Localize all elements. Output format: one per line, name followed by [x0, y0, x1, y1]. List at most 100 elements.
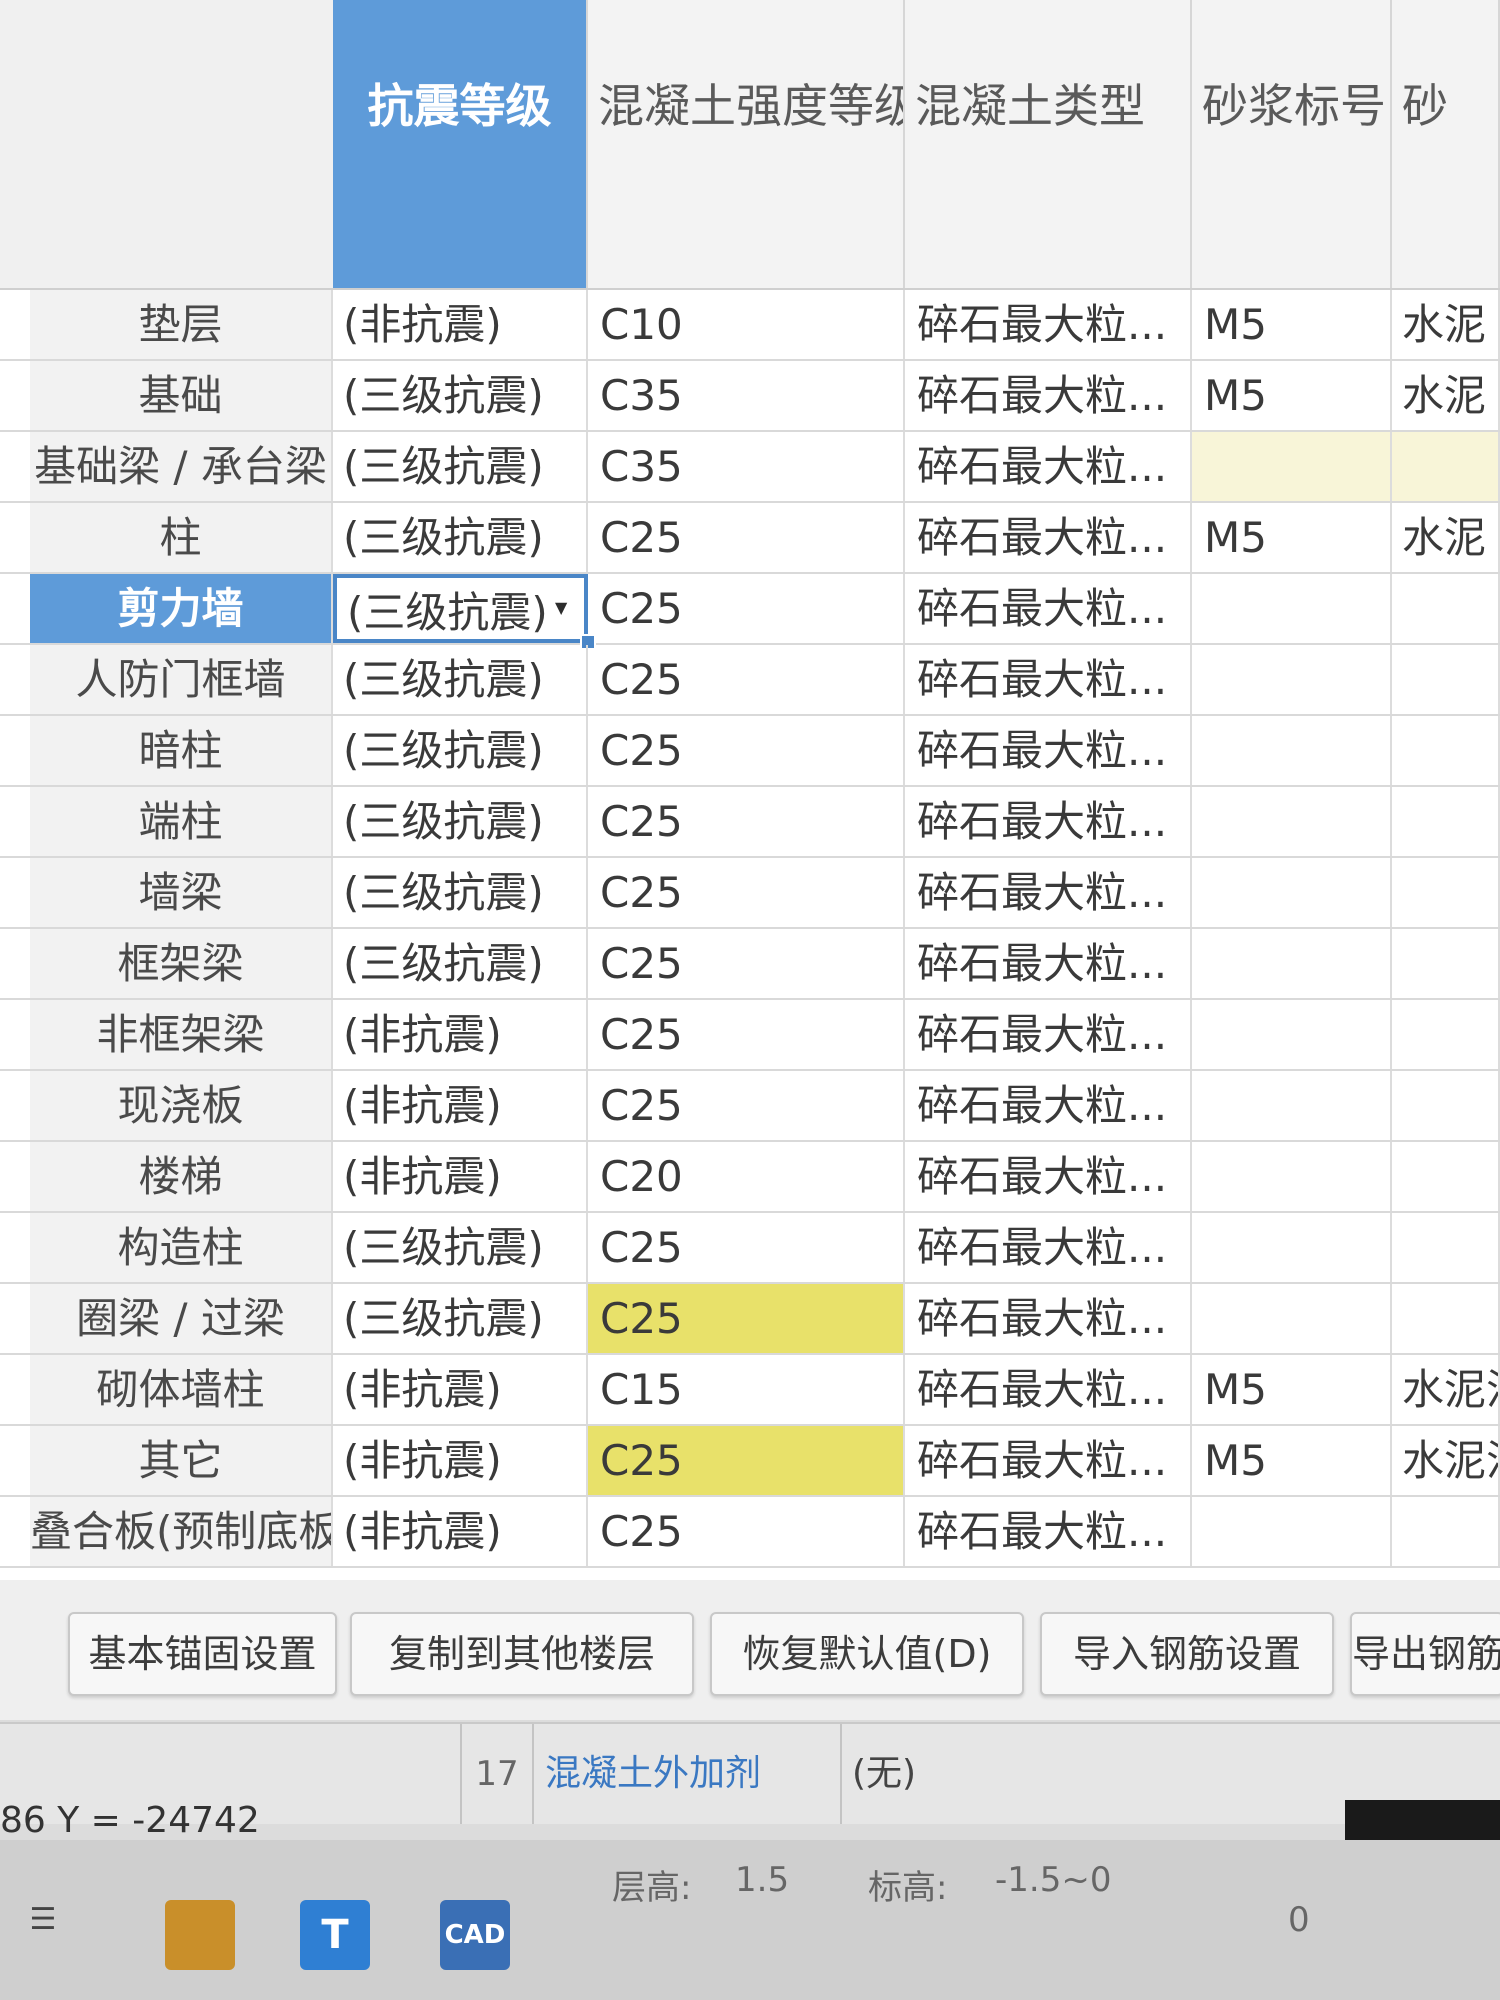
concrete-type-cell[interactable]: 碎石最大粒...: [905, 645, 1192, 714]
seismic-grade-cell[interactable]: (三级抗震): [333, 858, 588, 927]
mortar-grade-cell[interactable]: [1192, 574, 1392, 643]
import-rebar-button[interactable]: 导入钢筋设置: [1040, 1612, 1334, 1696]
concrete-type-cell[interactable]: 碎石最大粒...: [905, 1213, 1192, 1282]
seismic-grade-cell[interactable]: (三级抗震): [333, 929, 588, 998]
concrete-type-cell[interactable]: 碎石最大粒...: [905, 716, 1192, 785]
concrete-grade-cell[interactable]: C25: [588, 645, 905, 714]
concrete-grade-cell[interactable]: C25: [588, 1213, 905, 1282]
seismic-grade-cell[interactable]: (非抗震): [333, 1426, 588, 1495]
concrete-grade-cell[interactable]: C20: [588, 1142, 905, 1211]
mortar-type-cell[interactable]: [1392, 432, 1500, 501]
concrete-grade-cell[interactable]: C15: [588, 1355, 905, 1424]
table-row[interactable]: 现浇板 (非抗震) C25 碎石最大粒...: [0, 1071, 1500, 1142]
table-row[interactable]: 人防门框墙 (三级抗震) C25 碎石最大粒...: [0, 645, 1500, 716]
header-mortar-type[interactable]: 砂: [1392, 0, 1500, 288]
table-row[interactable]: 叠合板(预制底板) (非抗震) C25 碎石最大粒...: [0, 1497, 1500, 1568]
concrete-grade-cell[interactable]: C25: [588, 503, 905, 572]
mortar-grade-cell[interactable]: M5: [1192, 1355, 1392, 1424]
table-row[interactable]: 其它(非抗震)C25碎石最大粒...M5水泥混合...: [0, 1426, 1500, 1497]
concrete-grade-cell[interactable]: C25: [588, 929, 905, 998]
concrete-grade-cell[interactable]: C25: [588, 787, 905, 856]
header-seismic-grade[interactable]: 抗震等级: [333, 0, 588, 288]
concrete-type-cell[interactable]: 碎石最大粒...: [905, 432, 1192, 501]
concrete-grade-cell[interactable]: C35: [588, 361, 905, 430]
mortar-type-cell[interactable]: [1392, 1142, 1500, 1211]
table-row[interactable]: 剪力墙 (三级抗震) C25 碎石最大粒... ▼: [0, 574, 1500, 650]
mortar-type-cell[interactable]: [1392, 645, 1500, 714]
mortar-grade-cell[interactable]: [1192, 645, 1392, 714]
concrete-type-cell[interactable]: 碎石最大粒...: [905, 1284, 1192, 1353]
concrete-grade-cell[interactable]: C25: [588, 858, 905, 927]
header-concrete-grade[interactable]: 混凝土强度等级: [588, 0, 905, 288]
mortar-grade-cell[interactable]: [1192, 1213, 1392, 1282]
table-row[interactable]: 端柱 (三级抗震) C25 碎石最大粒...: [0, 787, 1500, 858]
mortar-grade-cell[interactable]: [1192, 1284, 1392, 1353]
mortar-type-cell[interactable]: [1392, 716, 1500, 785]
concrete-grade-cell[interactable]: C25: [588, 1284, 905, 1353]
concrete-grade-cell[interactable]: C25: [588, 1071, 905, 1140]
mortar-grade-cell[interactable]: [1192, 1071, 1392, 1140]
concrete-grade-cell[interactable]: C10: [588, 290, 905, 359]
seismic-grade-cell[interactable]: (非抗震): [333, 1071, 588, 1140]
mortar-grade-cell[interactable]: [1192, 716, 1392, 785]
concrete-grade-cell[interactable]: C35: [588, 432, 905, 501]
table-row[interactable]: 构造柱 (三级抗震) C25 碎石最大粒...: [0, 1213, 1500, 1284]
seismic-grade-cell[interactable]: (三级抗震): [333, 1284, 588, 1353]
mortar-grade-cell[interactable]: M5: [1192, 1426, 1392, 1495]
mortar-type-cell[interactable]: [1392, 1213, 1500, 1282]
mortar-grade-cell[interactable]: M5: [1192, 503, 1392, 572]
concrete-type-cell[interactable]: 碎石最大粒...: [905, 787, 1192, 856]
mortar-grade-cell[interactable]: [1192, 1142, 1392, 1211]
concrete-type-cell[interactable]: 碎石最大粒...: [905, 290, 1192, 359]
seismic-grade-cell[interactable]: (三级抗震): [333, 503, 588, 572]
seismic-grade-cell[interactable]: (三级抗震): [333, 432, 588, 501]
taskbar-menu-icon[interactable]: ☰: [18, 1885, 68, 1955]
concrete-type-cell[interactable]: 碎石最大粒...: [905, 574, 1192, 643]
mortar-type-cell[interactable]: 水泥: [1392, 290, 1500, 359]
mortar-type-cell[interactable]: 水泥混合...: [1392, 1426, 1500, 1495]
mortar-grade-cell[interactable]: M5: [1192, 290, 1392, 359]
table-row[interactable]: 圈梁 / 过梁 (三级抗震) C25 碎石最大粒...: [0, 1284, 1500, 1355]
mortar-grade-cell[interactable]: [1192, 929, 1392, 998]
concrete-type-cell[interactable]: 碎石最大粒...: [905, 1355, 1192, 1424]
concrete-grade-cell[interactable]: C25: [588, 574, 905, 643]
concrete-type-cell[interactable]: 碎石最大粒...: [905, 503, 1192, 572]
mortar-type-cell[interactable]: [1392, 1284, 1500, 1353]
copy-to-floors-button[interactable]: 复制到其他楼层: [350, 1612, 694, 1696]
cad-app-icon[interactable]: CAD: [440, 1900, 510, 1970]
mortar-type-cell[interactable]: [1392, 858, 1500, 927]
mortar-type-cell[interactable]: [1392, 574, 1500, 643]
mortar-type-cell[interactable]: [1392, 1071, 1500, 1140]
concrete-grade-cell[interactable]: C25: [588, 1426, 905, 1495]
concrete-grade-cell[interactable]: C25: [588, 1000, 905, 1069]
mortar-type-cell[interactable]: [1392, 787, 1500, 856]
seismic-grade-cell[interactable]: (非抗震): [333, 1000, 588, 1069]
concrete-type-cell[interactable]: 碎石最大粒...: [905, 1000, 1192, 1069]
t-app-icon[interactable]: T: [300, 1900, 370, 1970]
seismic-grade-cell[interactable]: (非抗震): [333, 290, 588, 359]
mortar-grade-cell[interactable]: [1192, 432, 1392, 501]
mortar-type-cell[interactable]: [1392, 1000, 1500, 1069]
mortar-grade-cell[interactable]: [1192, 1497, 1392, 1566]
concrete-type-cell[interactable]: 碎石最大粒...: [905, 1497, 1192, 1566]
seismic-grade-cell[interactable]: (三级抗震): [333, 787, 588, 856]
table-row[interactable]: 基础梁 / 承台梁 (三级抗震) C35 碎石最大粒...: [0, 432, 1500, 503]
concrete-type-cell[interactable]: 碎石最大粒...: [905, 1071, 1192, 1140]
seismic-grade-cell[interactable]: (非抗震): [333, 1142, 588, 1211]
table-row[interactable]: 框架梁 (三级抗震) C25 碎石最大粒...: [0, 929, 1500, 1000]
table-row[interactable]: 柱 (三级抗震) C25 碎石最大粒... M5 水泥: [0, 503, 1500, 574]
seismic-grade-cell[interactable]: (非抗震): [333, 1355, 588, 1424]
dropdown-arrow-icon[interactable]: ▼: [555, 598, 567, 618]
anchor-settings-button[interactable]: 基本锚固设置: [68, 1612, 337, 1696]
table-row[interactable]: 暗柱 (三级抗震) C25 碎石最大粒...: [0, 716, 1500, 787]
mortar-type-cell[interactable]: 水泥混合...: [1392, 1355, 1500, 1424]
seismic-grade-cell[interactable]: (三级抗震): [333, 574, 588, 643]
seismic-grade-cell[interactable]: (三级抗震): [333, 716, 588, 785]
table-row[interactable]: 墙梁 (三级抗震) C25 碎石最大粒...: [0, 858, 1500, 929]
export-rebar-button[interactable]: 导出钢筋: [1350, 1612, 1500, 1696]
mortar-grade-cell[interactable]: [1192, 1000, 1392, 1069]
mortar-type-cell[interactable]: [1392, 1497, 1500, 1566]
seismic-grade-cell[interactable]: (三级抗震): [333, 645, 588, 714]
header-concrete-type[interactable]: 混凝土类型: [905, 0, 1192, 288]
mortar-grade-cell[interactable]: [1192, 787, 1392, 856]
